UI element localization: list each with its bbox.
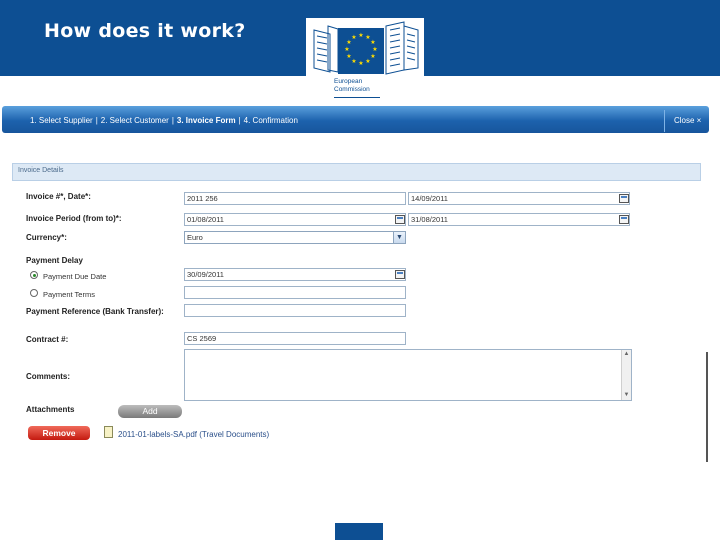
attachments-label: Attachments [26, 405, 75, 414]
attachment-file-link[interactable]: 2011-01-labels-SA.pdf (Travel Documents) [118, 430, 269, 439]
svg-text:★: ★ [344, 46, 349, 53]
slide-title: How does it work? [44, 20, 246, 42]
step-separator: | [238, 116, 241, 125]
remove-attachment-button[interactable]: Remove [28, 426, 90, 440]
invoice-details-header [12, 163, 701, 181]
step-confirmation[interactable]: 4. Confirmation [244, 116, 298, 125]
svg-text:★: ★ [351, 58, 356, 65]
scroll-up-icon[interactable]: ▲ [622, 350, 631, 359]
close-divider [664, 110, 665, 132]
step-separator: | [95, 116, 98, 125]
step-select-customer[interactable]: 2. Select Customer [101, 116, 169, 125]
scroll-down-icon[interactable]: ▼ [622, 391, 631, 400]
payment-delay-label: Payment Delay [26, 256, 83, 265]
svg-text:★: ★ [372, 46, 377, 53]
calendar-icon[interactable] [619, 215, 629, 224]
wizard-step-bar: 1. Select Supplier | 2. Select Customer | 3.… [2, 106, 709, 133]
svg-text:★: ★ [358, 60, 363, 67]
payment-terms-input[interactable] [184, 286, 406, 299]
window-edge [706, 352, 708, 462]
payment-reference-input[interactable] [184, 304, 406, 317]
svg-text:★: ★ [351, 34, 356, 41]
calendar-icon[interactable] [395, 215, 405, 224]
svg-text:★: ★ [346, 53, 351, 60]
contract-input[interactable]: CS 2569 [184, 332, 406, 345]
payment-reference-label: Payment Reference (Bank Transfer): [26, 307, 164, 316]
comments-label: Comments: [26, 372, 71, 381]
payment-due-date-input[interactable]: 30/09/2011 [184, 268, 406, 281]
invoice-period-label: Invoice Period (from to)*: [26, 214, 122, 223]
step-separator: | [171, 116, 174, 125]
svg-text:★: ★ [370, 39, 375, 46]
comments-scrollbar[interactable]: ▲ ▼ [621, 350, 631, 400]
footer-brand-block [335, 523, 383, 540]
invoice-date-input[interactable]: 14/09/2011 [408, 192, 630, 205]
svg-text:★: ★ [358, 32, 363, 39]
close-button[interactable]: Close × [674, 116, 701, 125]
calendar-icon[interactable] [619, 194, 629, 203]
document-icon [104, 426, 113, 438]
invoice-number-date-label: Invoice #*, Date*: [26, 192, 91, 201]
payment-terms-label: Payment Terms [43, 290, 95, 299]
logo-underline [334, 97, 380, 98]
currency-select[interactable]: Euro ▼ [184, 231, 406, 244]
currency-value: Euro [187, 233, 203, 242]
period-to-input[interactable]: 31/08/2011 [408, 213, 630, 226]
svg-text:★: ★ [370, 53, 375, 60]
svg-text:★: ★ [365, 58, 370, 65]
commission-building-icon: ★ ★★ ★★★ ★★★ ★★★ [313, 21, 419, 75]
invoice-number-input[interactable]: 2011 256 [184, 192, 406, 205]
european-commission-logo: ★ ★ ★ ★ ★ ★ ★ ★ ★ ★ ★ ★ European Commission [306, 18, 424, 100]
payment-terms-radio[interactable] [30, 289, 38, 297]
logo-text: European Commission [334, 78, 370, 93]
contract-label: Contract #: [26, 335, 69, 344]
currency-label: Currency*: [26, 233, 67, 242]
step-select-supplier[interactable]: 1. Select Supplier [30, 116, 93, 125]
payment-due-date-label: Payment Due Date [43, 272, 107, 281]
comments-textarea[interactable]: ▲ ▼ [184, 349, 632, 401]
wizard-steps: 1. Select Supplier | 2. Select Customer | 3.… [30, 116, 298, 125]
step-invoice-form[interactable]: 3. Invoice Form [177, 116, 236, 125]
add-attachment-button[interactable]: Add [118, 405, 182, 418]
invoice-app-window: 1. Select Supplier | 2. Select Customer | 3.… [0, 103, 710, 463]
calendar-icon[interactable] [395, 270, 405, 279]
period-from-input[interactable]: 01/08/2011 [184, 213, 406, 226]
chevron-down-icon[interactable]: ▼ [393, 232, 405, 243]
section-title: Invoice Details [18, 167, 64, 174]
payment-due-date-radio[interactable] [30, 271, 38, 279]
